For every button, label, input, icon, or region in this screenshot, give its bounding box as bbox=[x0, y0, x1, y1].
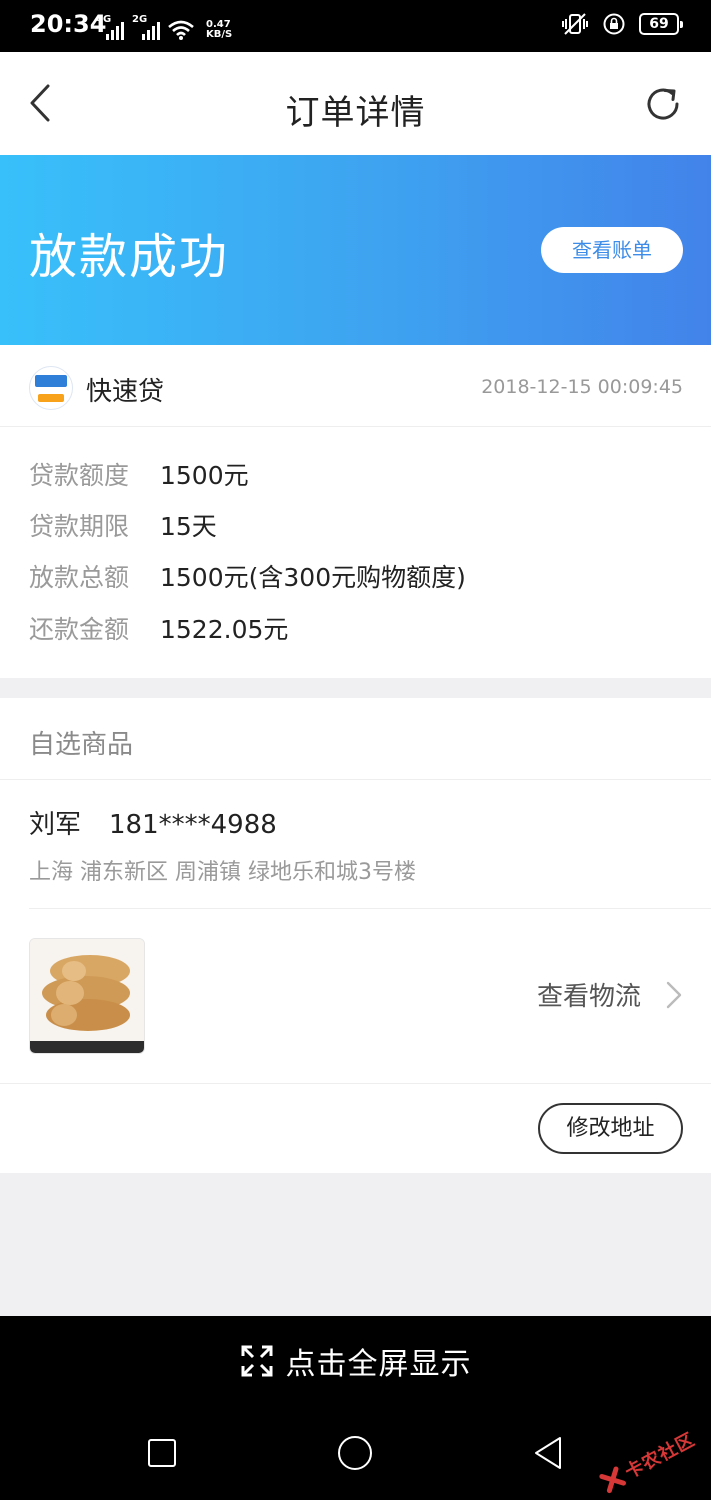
page-title: 订单详情 bbox=[285, 93, 426, 133]
loan-detail-label: 放款总额 bbox=[29, 563, 130, 592]
lock-icon bbox=[603, 13, 625, 35]
view-bill-button[interactable]: 查看账单 bbox=[541, 227, 683, 273]
watermark: 卡农社区 bbox=[597, 1426, 699, 1497]
signal-2g-icon: 2G bbox=[132, 14, 160, 40]
watermark-logo bbox=[599, 1466, 627, 1494]
recipient-info: 刘军 181****4988 bbox=[29, 804, 277, 841]
loan-detail-row: 贷款期限 15天 bbox=[29, 505, 217, 545]
order-datetime: 2018-12-15 00:09:45 bbox=[481, 376, 683, 398]
fullscreen-label: 点击全屏显示 bbox=[285, 1347, 472, 1382]
loan-detail-label: 贷款期限 bbox=[29, 512, 130, 541]
loan-status-banner: 放款成功 查看账单 bbox=[0, 155, 711, 345]
loan-detail-row: 放款总额 1500元(含300元购物额度) bbox=[29, 556, 466, 596]
network-speed: 0.47 KB/S bbox=[206, 19, 233, 40]
wifi-icon bbox=[168, 20, 194, 40]
expand-icon bbox=[241, 1345, 272, 1377]
back-system-button[interactable] bbox=[532, 1435, 564, 1471]
recipient-phone: 181****4988 bbox=[109, 810, 277, 840]
status-indicators: 4G 2G 0.47 KB/S bbox=[96, 14, 233, 40]
selected-goods-section: 自选商品 刘军 181****4988 上海 浦东新区 周浦镇 绿地乐和城3号楼 … bbox=[0, 698, 711, 1173]
view-logistics-link[interactable]: 查看物流 bbox=[537, 976, 683, 1013]
fullscreen-bar[interactable]: 点击全屏显示 bbox=[0, 1316, 711, 1406]
loan-details: 贷款额度 1500元 贷款期限 15天 放款总额 1500元(含300元购物额度… bbox=[0, 427, 711, 678]
loan-detail-value: 1500元(含300元购物额度) bbox=[160, 563, 466, 592]
watermark-text: 卡农社区 bbox=[621, 1429, 699, 1484]
loan-detail-label: 贷款额度 bbox=[29, 461, 130, 490]
section-title: 自选商品 bbox=[29, 730, 134, 760]
product-image[interactable] bbox=[29, 938, 145, 1054]
vibrate-icon bbox=[562, 13, 588, 35]
divider bbox=[0, 1083, 711, 1084]
divider bbox=[29, 908, 711, 909]
signal-4g-icon: 4G bbox=[96, 14, 124, 40]
recipient-name: 刘军 bbox=[29, 810, 82, 840]
loan-detail-label: 还款金额 bbox=[29, 615, 130, 644]
status-bar: 20:34 4G 2G 0.47 KB/S 69 bbox=[0, 0, 711, 52]
loan-detail-row: 贷款额度 1500元 bbox=[29, 454, 249, 494]
merchant-logo bbox=[29, 366, 73, 410]
loan-detail-value: 1500元 bbox=[160, 461, 249, 490]
view-logistics-label: 查看物流 bbox=[536, 982, 641, 1012]
navigation-bar: 订单详情 bbox=[0, 52, 711, 155]
battery-indicator: 69 bbox=[639, 13, 683, 35]
loan-status-title: 放款成功 bbox=[29, 229, 230, 285]
loan-detail-value: 15天 bbox=[160, 512, 217, 541]
shipping-address: 上海 浦东新区 周浦镇 绿地乐和城3号楼 bbox=[29, 860, 416, 885]
status-time: 20:34 bbox=[30, 10, 107, 38]
loan-detail-row: 还款金额 1522.05元 bbox=[29, 608, 288, 648]
status-right-icons: 69 bbox=[561, 12, 683, 36]
quilt-image bbox=[30, 939, 144, 1043]
recent-apps-button[interactable] bbox=[147, 1438, 177, 1468]
loan-detail-value: 1522.05元 bbox=[160, 615, 289, 644]
divider bbox=[0, 779, 711, 780]
product-caption bbox=[30, 1041, 144, 1053]
edit-address-button[interactable]: 修改地址 bbox=[538, 1103, 683, 1154]
merchant-row: 快速贷 2018-12-15 00:09:45 bbox=[0, 345, 711, 427]
merchant-name: 快速贷 bbox=[86, 377, 165, 407]
system-navigation-bar: 卡农社区 bbox=[0, 1406, 711, 1500]
chevron-right-icon bbox=[666, 981, 682, 1008]
refresh-button[interactable] bbox=[641, 82, 685, 126]
home-button[interactable] bbox=[337, 1435, 373, 1471]
